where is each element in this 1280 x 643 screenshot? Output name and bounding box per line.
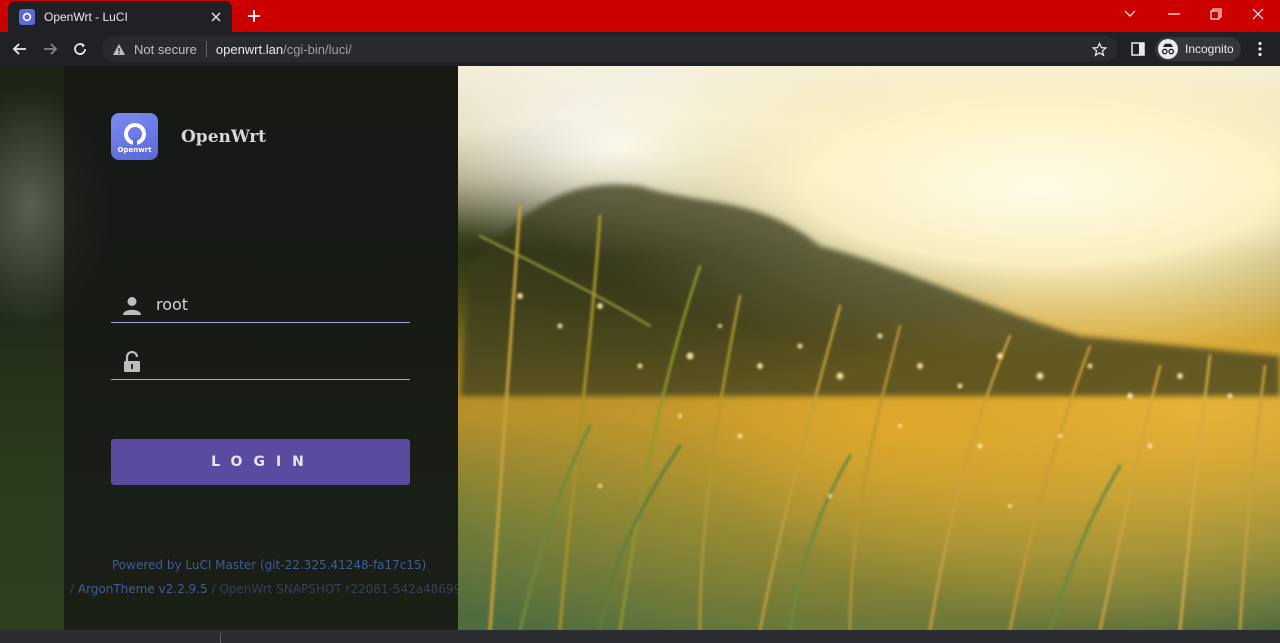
login-button[interactable]: LOGIN [111,439,410,485]
security-status[interactable]: Not secure [134,42,197,57]
password-input[interactable] [156,349,406,373]
tab-search-button[interactable] [1108,0,1152,28]
back-button[interactable] [8,37,32,61]
minimize-icon [1168,13,1180,15]
footer-theme-info: / ArgonTheme v2.2.9.5 / OpenWrt SNAPSHOT… [70,582,458,596]
openwrt-favicon-icon [19,8,35,25]
restore-button[interactable] [1194,0,1238,28]
footer-separator: / [70,582,78,596]
openwrt-logo: Openwrt [111,113,158,160]
reload-button[interactable] [68,37,92,61]
login-page: Openwrt OpenWrt LOGIN Powered by LuCI Ma… [0,66,1280,630]
brand-name: OpenWrt [181,127,267,147]
status-divider [220,633,221,643]
arrow-left-icon [12,43,26,55]
unlock-icon [121,351,143,373]
incognito-icon [1158,39,1178,59]
tab-strip: OpenWrt - LuCI [0,0,1280,32]
plus-icon [248,10,260,22]
chevron-down-icon [1124,10,1136,17]
restore-icon [1210,8,1222,20]
warning-icon[interactable] [111,41,127,57]
username-field[interactable] [111,288,410,323]
close-window-button[interactable] [1236,0,1280,28]
minimize-button[interactable] [1152,0,1196,28]
password-field[interactable] [111,345,410,380]
incognito-label: Incognito [1185,42,1234,56]
new-tab-button[interactable] [242,4,266,28]
browser-toolbar: Not secure openwrt.lan/cgi-bin/luci/ Inc… [0,32,1280,66]
incognito-profile-button[interactable]: Incognito [1155,37,1241,61]
firmware-version: / OpenWrt SNAPSHOT r22081-542a486994 [207,582,458,596]
side-panel-icon[interactable] [1130,41,1146,57]
username-input[interactable] [156,292,406,316]
logo-caption: Openwrt [117,145,152,154]
tab-title: OpenWrt - LuCI [44,9,128,24]
arrow-right-icon [44,43,58,55]
argon-theme-link[interactable]: ArgonTheme v2.2.9.5 [78,582,208,596]
url-host: openwrt.lan [215,41,284,57]
login-panel: Openwrt OpenWrt LOGIN Powered by LuCI Ma… [64,66,458,630]
close-icon [1252,8,1264,20]
bottom-bar [0,630,1280,643]
url-path: /cgi-bin/luci/ [283,41,352,57]
user-icon [121,294,143,316]
forward-button[interactable] [38,37,62,61]
omnibox-divider [205,41,207,57]
reload-icon [74,43,86,55]
bookmark-star-icon[interactable] [1090,40,1108,58]
openwrt-logo-icon [123,122,146,145]
browser-menu-icon[interactable] [1252,39,1268,59]
address-bar[interactable]: Not secure openwrt.lan/cgi-bin/luci/ [102,36,1118,62]
powered-by-link[interactable]: Powered by LuCI Master (git-22.325.41248… [112,558,426,572]
tab-openwrt[interactable]: OpenWrt - LuCI [8,1,232,32]
tab-close-icon[interactable] [208,9,224,25]
